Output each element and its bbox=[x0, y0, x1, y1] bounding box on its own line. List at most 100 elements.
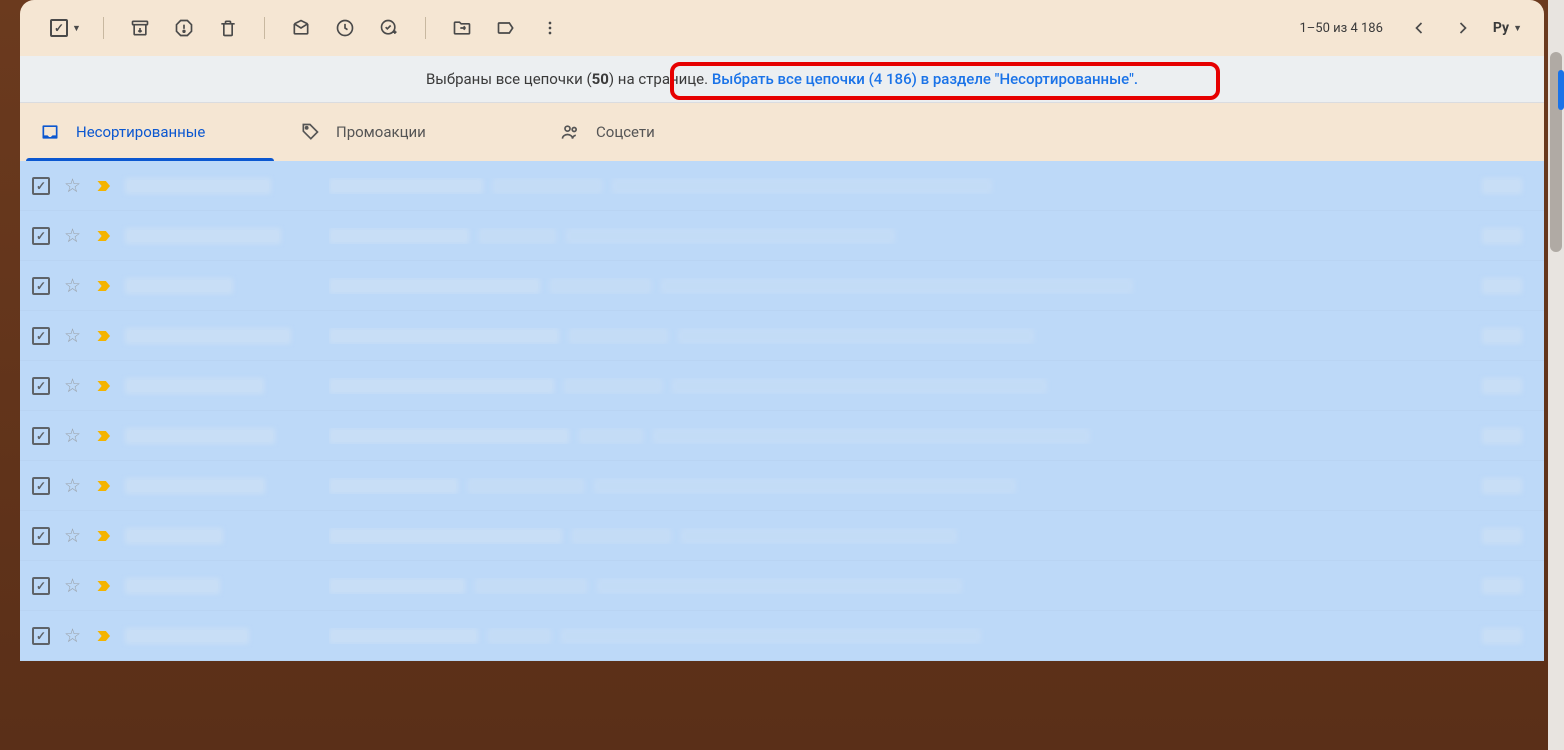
row-checkbox[interactable]: ✓ bbox=[32, 277, 50, 295]
row-subject bbox=[329, 578, 1468, 594]
tab-social[interactable]: Соцсети bbox=[540, 103, 800, 161]
mail-row[interactable]: ✓☆ bbox=[20, 461, 1544, 511]
tab-label: Несортированные bbox=[76, 123, 205, 141]
star-icon[interactable]: ☆ bbox=[64, 324, 81, 347]
mail-row[interactable]: ✓☆ bbox=[20, 511, 1544, 561]
row-subject bbox=[329, 178, 1468, 194]
tag-icon bbox=[300, 122, 320, 142]
banner-text-before: Выбраны все цепочки ( bbox=[426, 70, 592, 88]
important-marker-icon[interactable] bbox=[95, 326, 111, 346]
important-marker-icon[interactable] bbox=[95, 476, 111, 496]
row-checkbox[interactable]: ✓ bbox=[32, 627, 50, 645]
row-sender bbox=[125, 378, 315, 394]
mail-row[interactable]: ✓☆ bbox=[20, 261, 1544, 311]
toolbar-group-actions3 bbox=[434, 8, 578, 48]
toolbar-separator bbox=[103, 17, 104, 39]
select-all-checkbox-icon: ✓ bbox=[50, 19, 68, 37]
clock-icon bbox=[335, 18, 355, 38]
row-sender bbox=[125, 578, 315, 594]
input-language-label: Ру bbox=[1493, 20, 1509, 36]
row-time bbox=[1482, 478, 1532, 494]
star-icon[interactable]: ☆ bbox=[64, 224, 81, 247]
spam-icon bbox=[174, 18, 194, 38]
more-button[interactable] bbox=[530, 8, 570, 48]
important-marker-icon[interactable] bbox=[95, 526, 111, 546]
star-icon[interactable]: ☆ bbox=[64, 274, 81, 297]
row-checkbox[interactable]: ✓ bbox=[32, 577, 50, 595]
important-marker-icon[interactable] bbox=[95, 626, 111, 646]
move-to-button[interactable] bbox=[442, 8, 482, 48]
toolbar-group-actions2 bbox=[273, 8, 417, 48]
row-checkbox[interactable]: ✓ bbox=[32, 177, 50, 195]
mail-row[interactable]: ✓☆ bbox=[20, 411, 1544, 461]
people-icon bbox=[560, 122, 580, 142]
row-checkbox[interactable]: ✓ bbox=[32, 377, 50, 395]
inbox-icon bbox=[40, 122, 60, 142]
chevron-right-icon bbox=[1453, 18, 1473, 38]
task-add-icon bbox=[379, 18, 399, 38]
labels-button[interactable] bbox=[486, 8, 526, 48]
row-time bbox=[1482, 428, 1532, 444]
tab-primary[interactable]: Несортированные bbox=[20, 103, 280, 161]
row-checkbox[interactable]: ✓ bbox=[32, 327, 50, 345]
row-checkbox[interactable]: ✓ bbox=[32, 477, 50, 495]
important-marker-icon[interactable] bbox=[95, 376, 111, 396]
selection-banner: Выбраны все цепочки (50) на странице. Вы… bbox=[20, 56, 1544, 103]
chevron-left-icon bbox=[1409, 18, 1429, 38]
row-sender bbox=[125, 428, 315, 444]
star-icon[interactable]: ☆ bbox=[64, 474, 81, 497]
star-icon[interactable]: ☆ bbox=[64, 624, 81, 647]
row-checkbox[interactable]: ✓ bbox=[32, 527, 50, 545]
row-subject bbox=[329, 328, 1468, 344]
row-subject bbox=[329, 528, 1468, 544]
mail-container: ✓ ▼ bbox=[0, 0, 1564, 750]
row-sender bbox=[125, 178, 315, 194]
vertical-scrollbar[interactable] bbox=[1548, 0, 1564, 750]
row-time bbox=[1482, 378, 1532, 394]
mark-unread-icon bbox=[291, 18, 311, 38]
row-sender bbox=[125, 528, 315, 544]
add-to-tasks-button[interactable] bbox=[369, 8, 409, 48]
next-page-button[interactable] bbox=[1443, 8, 1483, 48]
row-subject bbox=[329, 478, 1468, 494]
input-language-dropdown[interactable]: Ру ▼ bbox=[1487, 16, 1528, 40]
mail-row[interactable]: ✓☆ bbox=[20, 311, 1544, 361]
label-icon bbox=[496, 18, 516, 38]
star-icon[interactable]: ☆ bbox=[64, 424, 81, 447]
caret-down-icon: ▼ bbox=[1513, 23, 1522, 34]
mail-row[interactable]: ✓☆ bbox=[20, 561, 1544, 611]
row-time bbox=[1482, 278, 1532, 294]
mail-row[interactable]: ✓☆ bbox=[20, 361, 1544, 411]
more-vertical-icon bbox=[540, 18, 560, 38]
delete-button[interactable] bbox=[208, 8, 248, 48]
important-marker-icon[interactable] bbox=[95, 276, 111, 296]
mail-row[interactable]: ✓☆ bbox=[20, 161, 1544, 211]
snooze-button[interactable] bbox=[325, 8, 365, 48]
row-time bbox=[1482, 328, 1532, 344]
mail-row[interactable]: ✓☆ bbox=[20, 611, 1544, 661]
tab-promotions[interactable]: Промоакции bbox=[280, 103, 540, 161]
row-subject bbox=[329, 278, 1468, 294]
row-sender bbox=[125, 328, 315, 344]
row-checkbox[interactable]: ✓ bbox=[32, 427, 50, 445]
pagination-info: 1–50 из 4 186 bbox=[1299, 21, 1382, 36]
row-time bbox=[1482, 628, 1532, 644]
star-icon[interactable]: ☆ bbox=[64, 524, 81, 547]
toolbar-group-select: ✓ ▼ bbox=[36, 15, 95, 41]
archive-button[interactable] bbox=[120, 8, 160, 48]
important-marker-icon[interactable] bbox=[95, 226, 111, 246]
star-icon[interactable]: ☆ bbox=[64, 174, 81, 197]
mark-unread-button[interactable] bbox=[281, 8, 321, 48]
report-spam-button[interactable] bbox=[164, 8, 204, 48]
row-time bbox=[1482, 528, 1532, 544]
star-icon[interactable]: ☆ bbox=[64, 574, 81, 597]
star-icon[interactable]: ☆ bbox=[64, 374, 81, 397]
important-marker-icon[interactable] bbox=[95, 176, 111, 196]
important-marker-icon[interactable] bbox=[95, 576, 111, 596]
select-all-conversations-link[interactable]: Выбрать все цепочки (4 186) в разделе "Н… bbox=[712, 70, 1138, 88]
mail-row[interactable]: ✓☆ bbox=[20, 211, 1544, 261]
row-checkbox[interactable]: ✓ bbox=[32, 227, 50, 245]
important-marker-icon[interactable] bbox=[95, 426, 111, 446]
prev-page-button[interactable] bbox=[1399, 8, 1439, 48]
select-all-dropdown[interactable]: ✓ ▼ bbox=[44, 15, 87, 41]
